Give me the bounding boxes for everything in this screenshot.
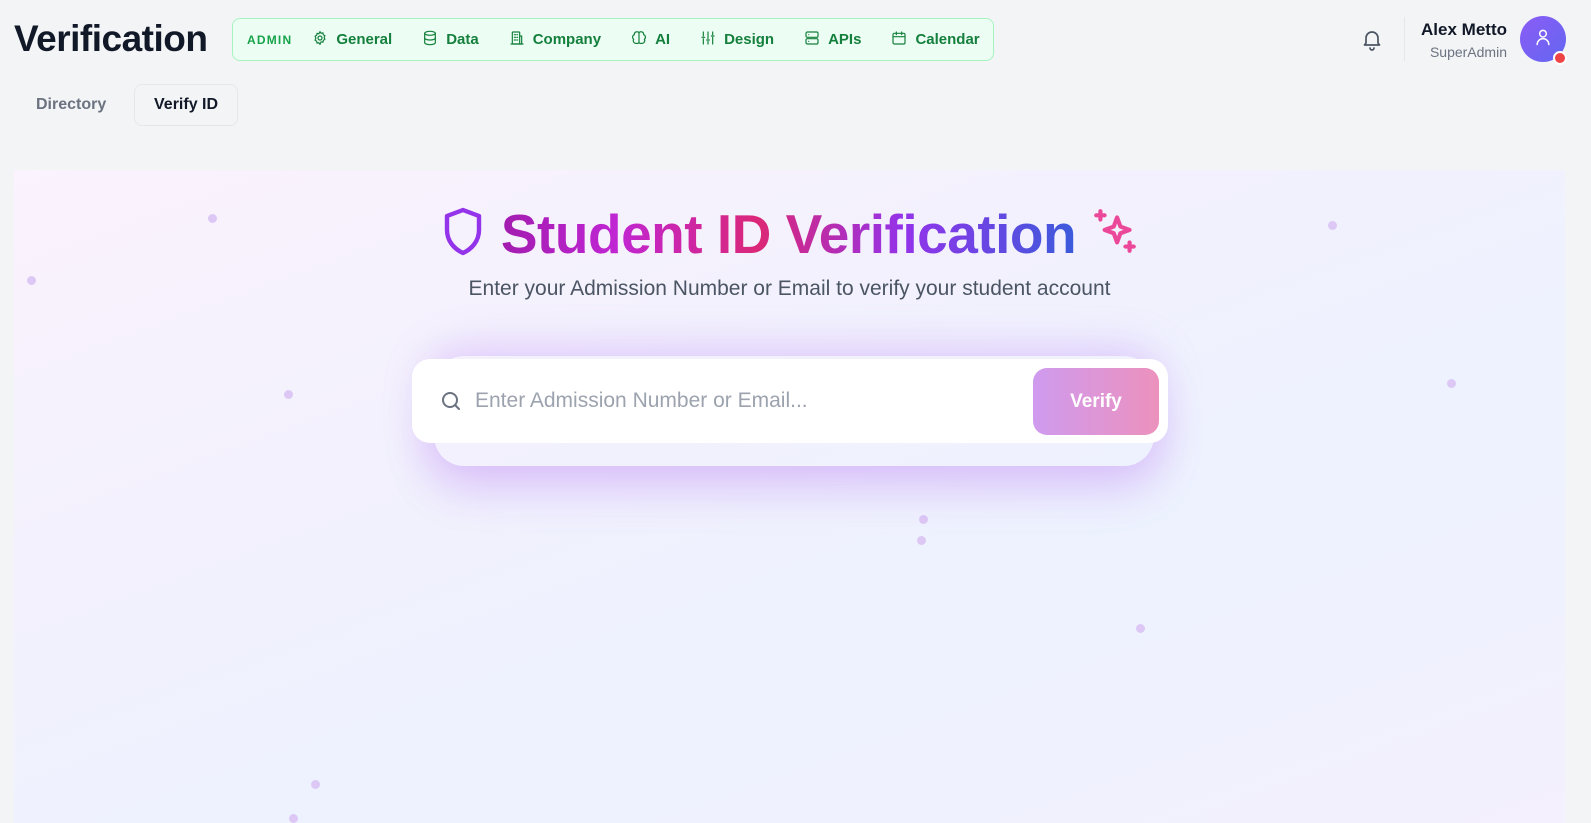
header-divider (1404, 17, 1405, 61)
status-indicator (1553, 51, 1567, 65)
calendar-icon (891, 30, 907, 50)
page-title: Verification (14, 18, 208, 59)
top-header: Verification ADMIN General Data Company (0, 0, 1591, 80)
nav-item-label: Design (724, 31, 775, 48)
nav-item-general[interactable]: General (312, 30, 392, 50)
database-icon (422, 30, 438, 50)
tab-verify-id[interactable]: Verify ID (134, 84, 239, 126)
server-icon (804, 30, 820, 50)
nav-item-calendar[interactable]: Calendar (891, 30, 980, 50)
search-input[interactable] (475, 381, 1015, 421)
decorative-dot (284, 390, 293, 399)
tab-label: Directory (36, 96, 107, 113)
brain-icon (631, 30, 647, 50)
nav-item-design[interactable]: Design (700, 30, 774, 50)
admin-badge: ADMIN (247, 32, 293, 47)
decorative-dot (1136, 624, 1145, 633)
nav-item-label: AI (655, 31, 671, 48)
bell-icon[interactable] (1360, 27, 1384, 51)
decorative-dot (919, 515, 928, 524)
search-icon (439, 389, 463, 413)
nav-item-label: Data (446, 31, 479, 48)
hero-subtitle: Enter your Admission Number or Email to … (468, 277, 1111, 300)
decorative-dot (289, 814, 298, 823)
building-icon (509, 30, 525, 50)
decorative-dot (311, 780, 320, 789)
shield-icon (439, 206, 487, 263)
search-box: Verify (412, 359, 1168, 443)
nav-item-ai[interactable]: AI (631, 30, 670, 50)
nav-item-label: APIs (828, 31, 862, 48)
verify-button[interactable]: Verify (1033, 368, 1159, 435)
user-name: Alex Metto (1421, 20, 1507, 39)
user-icon (1533, 27, 1553, 52)
decorative-dot (917, 536, 926, 545)
gear-icon (312, 30, 328, 50)
tab-directory[interactable]: Directory (17, 84, 125, 126)
hero-title-row: Student ID Verification (14, 202, 1565, 266)
user-role: SuperAdmin (1429, 44, 1507, 60)
nav-item-label: Company (532, 31, 602, 48)
nav-item-label: General (336, 31, 393, 48)
nav-item-apis[interactable]: APIs (804, 30, 861, 50)
sliders-icon (700, 30, 716, 50)
verification-panel: Student ID Verification Enter your Admis… (14, 170, 1565, 823)
sparkles-icon (1090, 207, 1140, 262)
nav-item-company[interactable]: Company (509, 30, 601, 50)
hero-title: Student ID Verification (500, 203, 1077, 265)
nav-item-data[interactable]: Data (422, 30, 479, 50)
admin-nav-bar: ADMIN General Data Company AI Design API… (232, 18, 994, 61)
decorative-dot (1447, 379, 1456, 388)
nav-item-label: Calendar (915, 31, 980, 48)
tab-label: Verify ID (154, 96, 219, 113)
